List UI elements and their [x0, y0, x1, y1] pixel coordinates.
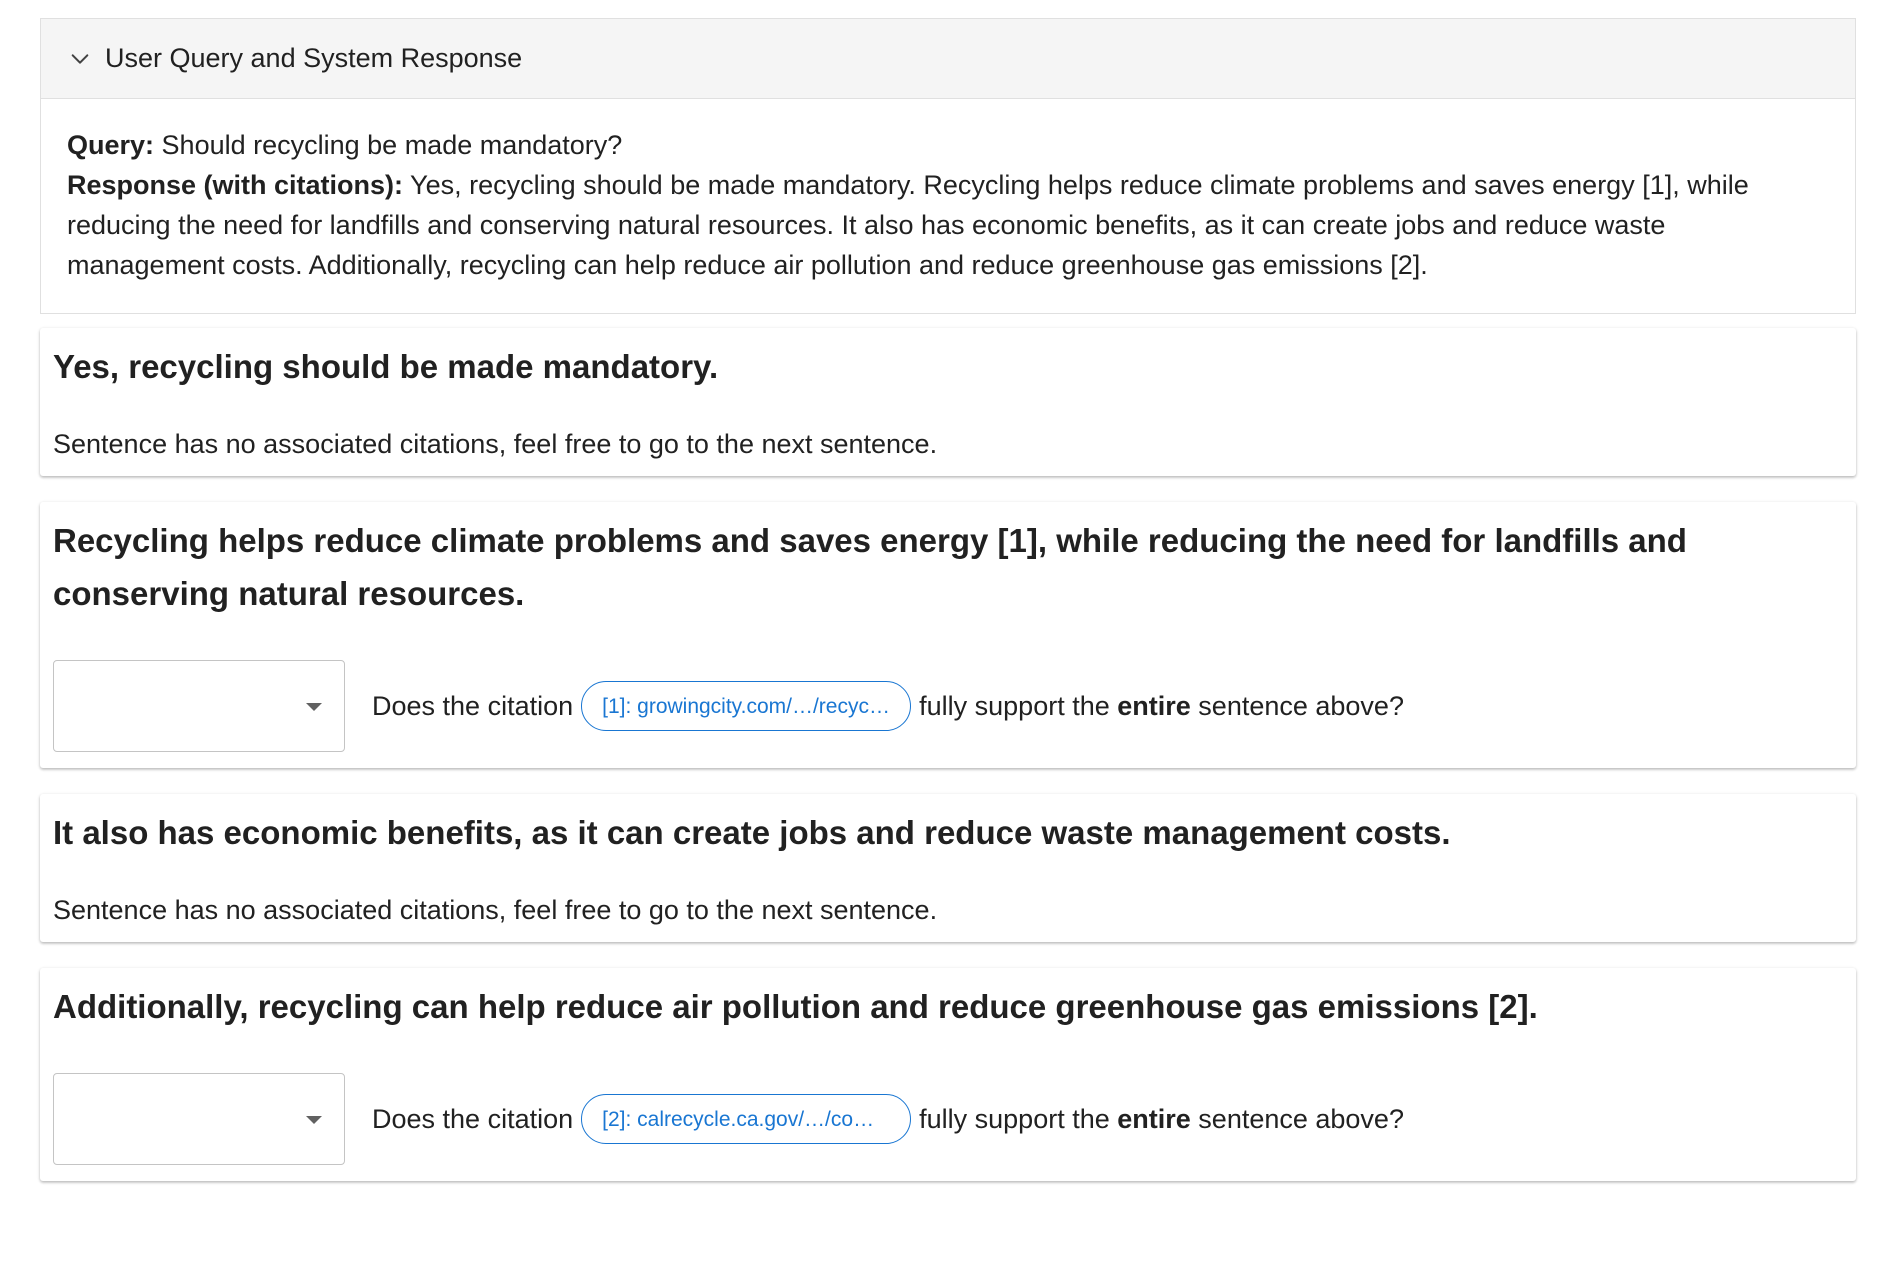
no-citation-note: Sentence has no associated citations, fe… — [53, 895, 938, 925]
citation-question-row: Does the citation [1]: growingcity.com/…… — [53, 660, 1842, 752]
question-suffix: sentence above? — [1198, 1103, 1404, 1134]
question-suffix: sentence above? — [1198, 690, 1404, 721]
sentence-text: It also has economic benefits, as it can… — [53, 814, 1451, 851]
caret-down-icon[interactable] — [306, 703, 322, 711]
page-content: User Query and System Response Query: Sh… — [40, 18, 1856, 1181]
sentence-card-4: Additionally, recycling can help reduce … — [40, 968, 1856, 1181]
chevron-down-icon[interactable] — [69, 48, 91, 70]
question-emphasis: entire — [1117, 1103, 1191, 1134]
question-mid: fully support the — [919, 1103, 1110, 1134]
query-response-accordion: User Query and System Response Query: Sh… — [40, 18, 1856, 314]
support-rating-select[interactable] — [53, 660, 345, 752]
citation-chip[interactable]: [1]: growingcity.com/…/recycling… — [581, 681, 912, 731]
question-prefix: Does the citation — [372, 690, 574, 721]
query-text: Should recycling be made mandatory? — [161, 130, 623, 160]
caret-down-icon[interactable] — [306, 1116, 322, 1124]
accordion-header[interactable]: User Query and System Response — [41, 19, 1855, 99]
response-line: Response (with citations): Yes, recyclin… — [67, 165, 1829, 285]
question-prefix: Does the citation — [372, 1103, 574, 1134]
sentence-card-3: It also has economic benefits, as it can… — [40, 794, 1856, 942]
sentence-text: Additionally, recycling can help reduce … — [53, 988, 1538, 1025]
support-rating-select[interactable] — [53, 1073, 345, 1165]
sentence-card-1: Yes, recycling should be made mandatory.… — [40, 328, 1856, 476]
citation-question: Does the citation [1]: growingcity.com/…… — [372, 681, 1404, 731]
sentence-text: Recycling helps reduce climate problems … — [53, 522, 1687, 612]
query-label: Query: — [67, 130, 155, 160]
citation-chip[interactable]: [2]: calrecycle.ca.gov/…/commercial/ — [581, 1094, 912, 1144]
question-mid: fully support the — [919, 690, 1110, 721]
accordion-title: User Query and System Response — [105, 43, 523, 73]
sentence-card-2: Recycling helps reduce climate problems … — [40, 502, 1856, 768]
response-label: Response (with citations): — [67, 170, 404, 200]
accordion-body: Query: Should recycling be made mandator… — [41, 99, 1855, 313]
question-emphasis: entire — [1117, 690, 1191, 721]
citation-question: Does the citation [2]: calrecycle.ca.gov… — [372, 1094, 1404, 1144]
no-citation-note: Sentence has no associated citations, fe… — [53, 429, 938, 459]
citation-question-row: Does the citation [2]: calrecycle.ca.gov… — [53, 1073, 1842, 1165]
query-line: Query: Should recycling be made mandator… — [67, 125, 1829, 165]
sentence-text: Yes, recycling should be made mandatory. — [53, 348, 719, 385]
